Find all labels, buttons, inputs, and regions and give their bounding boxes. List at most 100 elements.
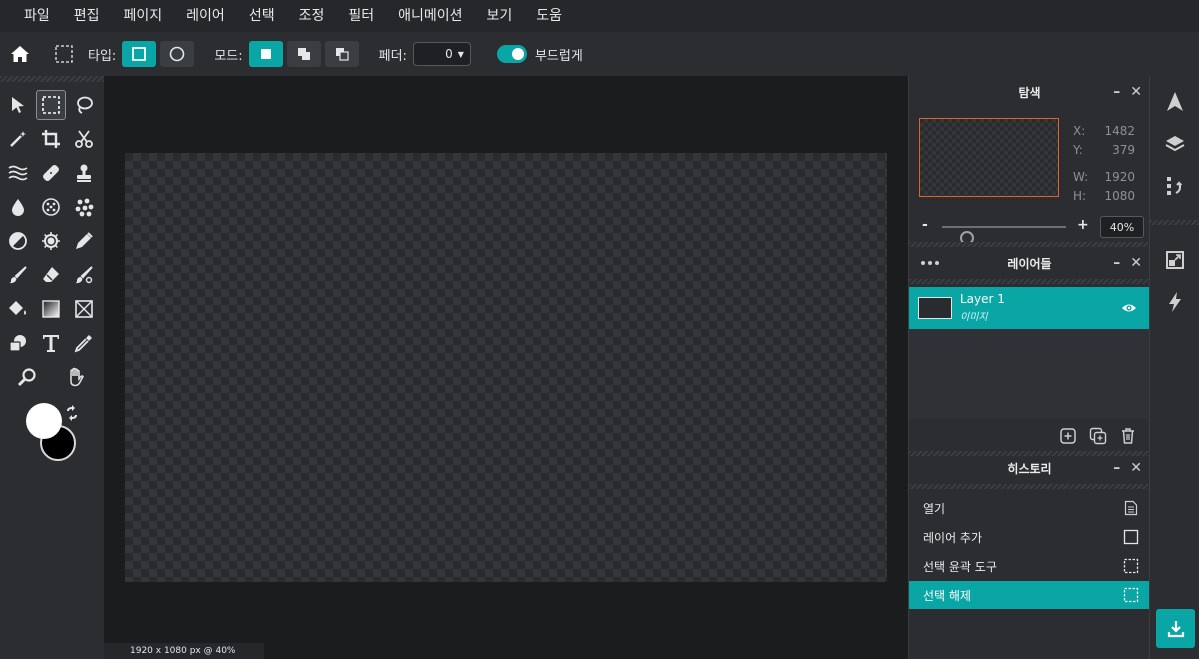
- y-label: Y:: [1073, 143, 1083, 157]
- marquee-icon: [1123, 558, 1139, 574]
- chevron-down-icon: ▼: [457, 49, 464, 59]
- blur-tool-icon[interactable]: [3, 192, 33, 222]
- menu-page[interactable]: 페이지: [112, 0, 175, 32]
- history-item-active[interactable]: 선택 해제: [909, 581, 1149, 609]
- minimize-icon[interactable]: –: [1113, 460, 1120, 476]
- crop-tool-icon[interactable]: [36, 124, 66, 154]
- healing-brush-tool-icon[interactable]: [36, 158, 66, 188]
- marquee-icon: [1123, 587, 1139, 603]
- photo-editor-app: 파일 편집 페이지 레이어 선택 조정 필터 애니메이션 보기 도움 타입: 모…: [0, 0, 1199, 659]
- history-item[interactable]: 레이어 추가: [909, 523, 1149, 551]
- history-item[interactable]: 열기: [909, 494, 1149, 522]
- replace-color-brush-tool-icon[interactable]: [69, 260, 99, 290]
- minimize-icon[interactable]: –: [1113, 255, 1120, 271]
- navigator-thumbnail[interactable]: [919, 118, 1059, 197]
- marquee-select-tool-icon[interactable]: [36, 90, 66, 120]
- close-icon[interactable]: ✕: [1130, 460, 1142, 476]
- layer-item[interactable]: Layer 1 이미지: [909, 287, 1149, 329]
- gradient-tool-icon[interactable]: [36, 294, 66, 324]
- sharpen-tool-icon[interactable]: [36, 226, 66, 256]
- mode-new-button[interactable]: [248, 41, 283, 67]
- shape-tool-icon[interactable]: [3, 328, 33, 358]
- w-value: 1920: [1104, 170, 1135, 184]
- menu-help[interactable]: 도움: [524, 0, 574, 32]
- feather-dropdown[interactable]: 0 ▼: [412, 42, 471, 66]
- swap-colors-icon[interactable]: [64, 405, 80, 421]
- more-options-icon[interactable]: [921, 247, 939, 279]
- mode-new-icon: [260, 49, 271, 59]
- foreground-color-swatch[interactable]: [26, 403, 62, 439]
- image-canvas[interactable]: [125, 153, 887, 582]
- smooth-toggle[interactable]: [496, 45, 527, 63]
- menu-filter[interactable]: 필터: [336, 0, 386, 32]
- navigator-x: X: 1482: [1073, 124, 1135, 138]
- pattern-brush-tool-icon[interactable]: [69, 192, 99, 222]
- brush-tool-icon[interactable]: [3, 260, 33, 290]
- menu-file[interactable]: 파일: [12, 0, 62, 32]
- menu-edit[interactable]: 편집: [62, 0, 112, 32]
- zoom-input[interactable]: 40%: [1100, 216, 1144, 238]
- zoom-slider[interactable]: [942, 226, 1066, 245]
- history-icon[interactable]: [1163, 174, 1187, 198]
- close-icon[interactable]: ✕: [1130, 84, 1142, 100]
- menu-animation[interactable]: 애니메이션: [386, 0, 474, 32]
- toolbar-grip[interactable]: [0, 76, 104, 82]
- options-bar: 타입: 모드: 페더: 0 ▼ 부드럽게: [0, 32, 1199, 76]
- layers-icon[interactable]: [1163, 132, 1187, 156]
- text-tool-icon[interactable]: [36, 328, 66, 358]
- liquify-tool-icon[interactable]: [3, 158, 33, 188]
- scissors-tool-icon[interactable]: [69, 124, 99, 154]
- quick-actions-icon[interactable]: [1163, 290, 1187, 314]
- magic-wand-tool-icon[interactable]: [3, 124, 33, 154]
- home-icon[interactable]: [6, 40, 34, 68]
- close-icon[interactable]: ✕: [1130, 255, 1142, 271]
- history-title: 히스토리: [1007, 461, 1052, 476]
- duplicate-layer-icon[interactable]: [1089, 427, 1107, 445]
- menu-layer[interactable]: 레이어: [174, 0, 237, 32]
- canvas-workspace: 1920 x 1080 px @ 40%: [104, 76, 908, 659]
- type-ellipse-button[interactable]: [160, 41, 195, 67]
- trash-icon[interactable]: [1119, 427, 1137, 445]
- layer-actions: [909, 419, 1149, 451]
- eye-icon[interactable]: [1121, 300, 1137, 316]
- layers-title: 레이어들: [1007, 256, 1052, 271]
- zoom-tool-icon[interactable]: [12, 362, 42, 392]
- resize-icon[interactable]: [1163, 248, 1187, 272]
- history-header: 히스토리 – ✕: [909, 452, 1150, 484]
- minimize-icon[interactable]: –: [1113, 84, 1120, 100]
- panel-grip: [909, 279, 1150, 284]
- add-layer-icon[interactable]: [1059, 427, 1077, 445]
- sponge-tool-icon[interactable]: [36, 192, 66, 222]
- navigator-h: H: 1080: [1073, 189, 1135, 203]
- mode-subtract-icon: [335, 48, 349, 61]
- dodge-burn-tool-icon[interactable]: [3, 226, 33, 256]
- zoom-in-button[interactable]: +: [1077, 217, 1089, 233]
- ellipse-icon: [170, 46, 185, 62]
- history-item-label: 선택 윤곽 도구: [923, 559, 997, 574]
- eraser-tool-icon[interactable]: [36, 260, 66, 290]
- menu-select[interactable]: 선택: [237, 0, 287, 32]
- navigator-header: 탐색 – ✕: [909, 76, 1150, 108]
- lasso-tool-icon[interactable]: [69, 90, 99, 120]
- zoom-out-button[interactable]: -: [922, 217, 928, 233]
- h-label: H:: [1073, 189, 1087, 203]
- download-button[interactable]: [1156, 609, 1195, 648]
- menu-adjust[interactable]: 조정: [287, 0, 337, 32]
- history-item-label: 열기: [923, 501, 946, 516]
- mode-add-button[interactable]: [286, 41, 321, 67]
- history-item[interactable]: 선택 윤곽 도구: [909, 552, 1149, 580]
- type-rectangle-button[interactable]: [122, 41, 157, 67]
- shape-frame-tool-icon[interactable]: [69, 294, 99, 324]
- eyedropper-tool-icon[interactable]: [69, 328, 99, 358]
- feather-value: 0: [445, 47, 453, 61]
- pen-tool-icon[interactable]: [69, 226, 99, 256]
- history-item-label: 레이어 추가: [923, 530, 983, 545]
- panel-grip: [909, 484, 1150, 489]
- mode-subtract-button[interactable]: [324, 41, 359, 67]
- menu-view[interactable]: 보기: [475, 0, 525, 32]
- move-tool-icon[interactable]: [3, 90, 33, 120]
- paint-bucket-tool-icon[interactable]: [3, 294, 33, 324]
- clone-stamp-tool-icon[interactable]: [69, 158, 99, 188]
- navigator-icon[interactable]: [1163, 90, 1187, 114]
- hand-tool-icon[interactable]: [61, 362, 91, 392]
